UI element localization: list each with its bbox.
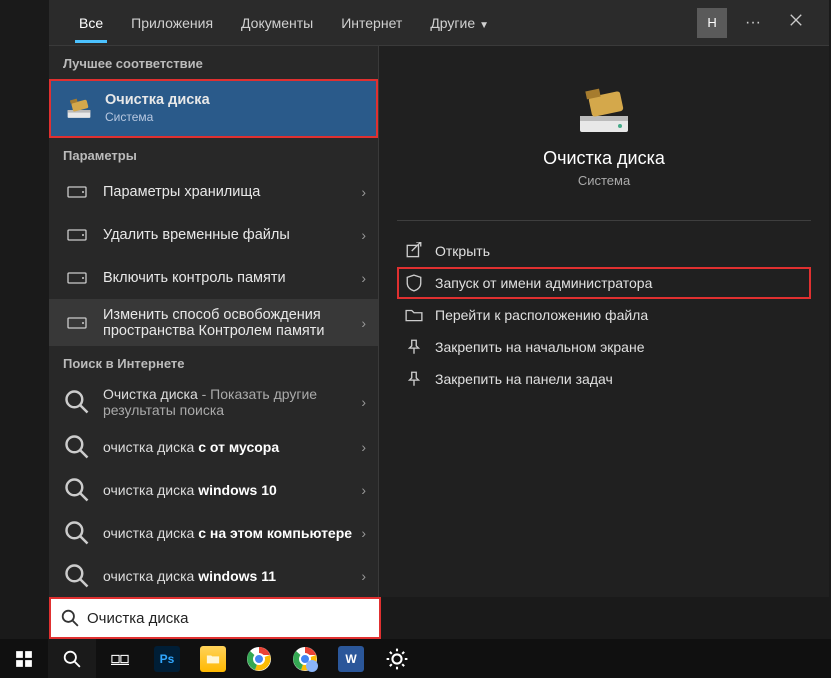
- web-item-more-results[interactable]: Очистка диска - Показать другие результа…: [49, 379, 378, 426]
- taskbar: Ps W: [0, 639, 831, 678]
- open-icon: [405, 242, 423, 260]
- settings-item-free-space[interactable]: Изменить способ освобождения пространств…: [49, 299, 378, 346]
- taskbar-app-chrome-profile[interactable]: [284, 642, 326, 676]
- section-web-search: Поиск в Интернете: [49, 346, 378, 379]
- chevron-right-icon: ›: [361, 482, 366, 498]
- chevron-right-icon: ›: [361, 227, 366, 243]
- folder-icon: [405, 306, 423, 324]
- search-icon: [63, 388, 91, 416]
- action-label: Открыть: [435, 243, 490, 259]
- detail-subtitle: Система: [578, 173, 630, 188]
- settings-item-label: Параметры хранилища: [103, 184, 364, 200]
- web-item[interactable]: очистка диска windows 11 ›: [49, 554, 378, 597]
- results-column: Лучшее соответствие Очистка диска Систем…: [49, 46, 378, 597]
- taskbar-app-explorer[interactable]: [192, 642, 234, 676]
- storage-icon: [63, 221, 91, 249]
- best-match-subtitle: Система: [105, 110, 362, 124]
- disk-cleanup-icon: [65, 94, 93, 122]
- search-icon: [63, 519, 91, 547]
- taskbar-search-button[interactable]: [48, 639, 96, 678]
- shield-icon: [405, 274, 423, 292]
- filter-tabs: Все Приложения Документы Интернет Другие…: [49, 0, 829, 46]
- settings-item-storage[interactable]: Параметры хранилища ›: [49, 171, 378, 214]
- search-icon: [63, 476, 91, 504]
- best-match-title: Очистка диска: [105, 92, 362, 108]
- action-label: Закрепить на панели задач: [435, 371, 613, 387]
- taskbar-app-chrome[interactable]: [238, 642, 280, 676]
- search-icon: [63, 562, 91, 590]
- web-item[interactable]: очистка диска c на этом компьютере ›: [49, 511, 378, 554]
- search-panel: Все Приложения Документы Интернет Другие…: [49, 0, 829, 597]
- chevron-right-icon: ›: [361, 315, 366, 331]
- best-match-item[interactable]: Очистка диска Система: [49, 79, 378, 138]
- web-item[interactable]: очистка диска windows 10 ›: [49, 468, 378, 511]
- more-button[interactable]: ···: [735, 8, 771, 38]
- settings-item-memory[interactable]: Включить контроль памяти ›: [49, 256, 378, 299]
- search-icon: [61, 609, 79, 627]
- user-avatar[interactable]: Н: [697, 8, 727, 38]
- web-item[interactable]: очистка диска c от мусора ›: [49, 426, 378, 469]
- task-view-button[interactable]: [96, 639, 144, 678]
- start-button[interactable]: [0, 639, 48, 678]
- action-list: Открыть Запуск от имени администратора П…: [379, 235, 829, 395]
- tab-web[interactable]: Интернет: [327, 3, 416, 43]
- pin-icon: [405, 338, 423, 356]
- settings-item-temp[interactable]: Удалить временные файлы ›: [49, 214, 378, 257]
- search-input[interactable]: [87, 610, 369, 627]
- chevron-right-icon: ›: [361, 525, 366, 541]
- tab-docs[interactable]: Документы: [227, 3, 327, 43]
- action-label: Перейти к расположению файла: [435, 307, 648, 323]
- settings-item-label: Изменить способ освобождения пространств…: [103, 307, 364, 339]
- storage-icon: [63, 309, 91, 337]
- chevron-right-icon: ›: [361, 270, 366, 286]
- search-icon: [63, 433, 91, 461]
- action-pin-taskbar[interactable]: Закрепить на панели задач: [397, 363, 811, 395]
- chevron-down-icon: ▼: [479, 20, 489, 31]
- action-open-location[interactable]: Перейти к расположению файла: [397, 299, 811, 331]
- taskbar-app-word[interactable]: W: [330, 642, 372, 676]
- settings-item-label: Включить контроль памяти: [103, 270, 364, 286]
- detail-title: Очистка диска: [543, 148, 665, 169]
- section-best-match: Лучшее соответствие: [49, 46, 378, 79]
- chevron-right-icon: ›: [361, 568, 366, 584]
- tab-other[interactable]: Другие▼: [416, 3, 503, 43]
- storage-icon: [63, 178, 91, 206]
- action-label: Запуск от имени администратора: [435, 275, 652, 291]
- chevron-right-icon: ›: [361, 439, 366, 455]
- detail-column: Очистка диска Система Открыть Запуск от …: [378, 46, 829, 597]
- settings-item-label: Удалить временные файлы: [103, 227, 364, 243]
- action-run-as-admin[interactable]: Запуск от имени администратора: [397, 267, 811, 299]
- storage-icon: [63, 264, 91, 292]
- chevron-right-icon: ›: [361, 184, 366, 200]
- section-settings: Параметры: [49, 138, 378, 171]
- action-open[interactable]: Открыть: [397, 235, 811, 267]
- chevron-right-icon: ›: [361, 394, 366, 410]
- taskbar-app-settings[interactable]: [376, 642, 418, 676]
- pin-icon: [405, 370, 423, 388]
- tab-all[interactable]: Все: [65, 3, 117, 43]
- tab-apps[interactable]: Приложения: [117, 3, 227, 43]
- disk-cleanup-hero-icon: [574, 84, 634, 136]
- close-button[interactable]: [779, 7, 813, 38]
- action-pin-start[interactable]: Закрепить на начальном экране: [397, 331, 811, 363]
- search-box[interactable]: [49, 597, 381, 639]
- taskbar-app-photoshop[interactable]: Ps: [146, 642, 188, 676]
- action-label: Закрепить на начальном экране: [435, 339, 645, 355]
